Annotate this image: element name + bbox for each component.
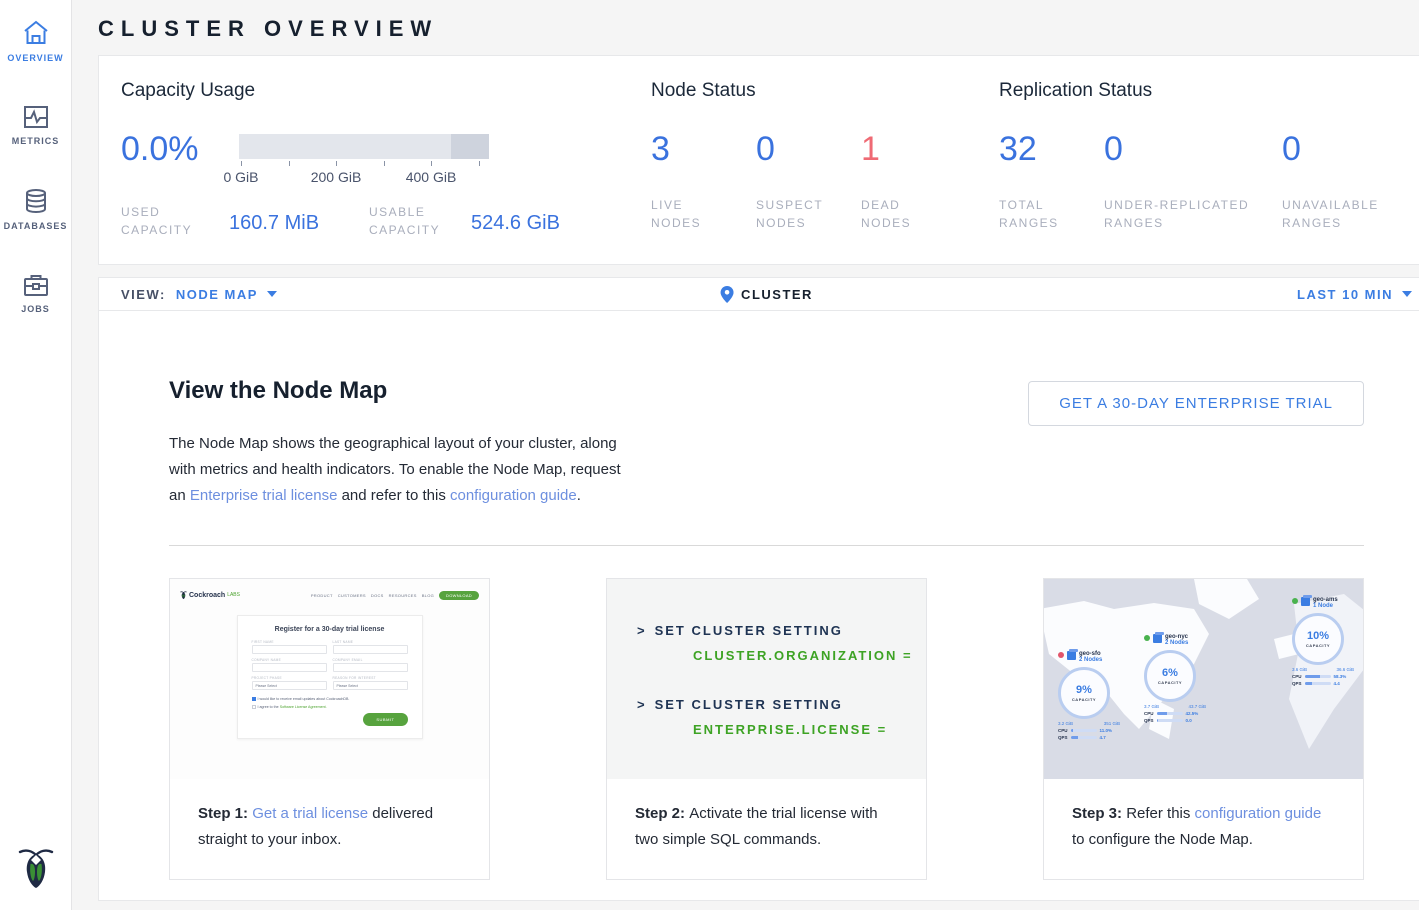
step2-card: >SET CLUSTER SETTING CLUSTER.ORGANIZATIO…	[606, 578, 927, 880]
node-map-help-panel: View the Node Map The Node Map shows the…	[98, 311, 1419, 901]
sidebar-item-metrics[interactable]: METRICS	[0, 99, 72, 152]
gauge-tick-label: 0 GiB	[223, 169, 258, 185]
metrics-icon	[23, 105, 49, 129]
capacity-percent: 0.0%	[121, 132, 199, 166]
replication-status-title: Replication Status	[999, 80, 1412, 102]
step1-caption: Step 1: Get a trial license delivered st…	[170, 779, 489, 879]
mini-registration-form: Register for a 30-day trial license FIRS…	[237, 615, 423, 739]
capacity-usage-section: Capacity Usage 0.0% 0 GiB 200 GiB 400 Gi…	[121, 80, 651, 234]
mini-nav: PRODUCT CUSTOMERS DOCS RESOURCES BLOG DO…	[311, 591, 479, 600]
enterprise-trial-button[interactable]: GET A 30-DAY ENTERPRISE TRIAL	[1028, 381, 1364, 426]
view-label: VIEW:	[121, 287, 166, 302]
node-status-title: Node Status	[651, 80, 999, 102]
steps-row: CockroachLABS PRODUCT CUSTOMERS DOCS RES…	[169, 578, 1364, 880]
capacity-gauge-ticks	[239, 159, 489, 167]
map-node-geo-nyc: geo-nyc 2 Nodes 6% CAPACITY 3.7 GiB43.7 …	[1144, 634, 1206, 723]
mini-download-button: DOWNLOAD	[439, 591, 479, 600]
node-cube-icon	[1301, 597, 1310, 606]
time-range-dropdown[interactable]: LAST 10 MIN	[1297, 287, 1412, 302]
sidebar-item-databases[interactable]: DATABASES	[0, 182, 72, 237]
cluster-summary-panel: Capacity Usage 0.0% 0 GiB 200 GiB 400 Gi…	[98, 55, 1419, 265]
node-status-dot	[1144, 635, 1150, 641]
gauge-tick-label: 200 GiB	[311, 169, 362, 185]
used-capacity-value: 160.7 MiB	[229, 212, 369, 235]
sidebar: OVERVIEW METRICS DATABASES	[0, 0, 72, 910]
sidebar-item-label: METRICS	[12, 136, 60, 146]
chevron-down-icon	[267, 291, 277, 297]
sidebar-item-label: DATABASES	[4, 221, 68, 231]
capacity-usage-title: Capacity Usage	[121, 80, 651, 102]
step2-caption: Step 2: Activate the trial license with …	[607, 779, 926, 879]
briefcase-icon	[23, 273, 49, 297]
capacity-gauge-bar	[239, 134, 489, 159]
used-capacity-label: USED CAPACITY	[121, 203, 229, 239]
step3-caption: Step 3: Refer this configuration guide t…	[1044, 779, 1363, 879]
section-divider	[169, 545, 1364, 546]
sidebar-item-label: OVERVIEW	[7, 53, 63, 63]
view-selector-dropdown[interactable]: NODE MAP	[176, 287, 277, 302]
page-title: CLUSTER OVERVIEW	[98, 0, 1419, 55]
step3-card: geo-sfo 2 Nodes 9% CAPACITY 3.2 GiB351 G…	[1043, 578, 1364, 880]
node-cube-icon	[1067, 651, 1076, 660]
configuration-guide-link[interactable]: configuration guide	[450, 487, 577, 504]
suspect-nodes-value: 0	[756, 132, 861, 166]
node-map-heading: View the Node Map	[169, 377, 639, 405]
map-node-geo-sfo: geo-sfo 2 Nodes 9% CAPACITY 3.2 GiB351 G…	[1058, 651, 1120, 740]
node-map-description: The Node Map shows the geographical layo…	[169, 431, 639, 509]
live-nodes-value: 3	[651, 132, 756, 166]
dead-nodes-label: DEAD NODES	[861, 196, 931, 232]
node-status-section: Node Status 3 LIVE NODES 0 SUSPECT NODES…	[651, 80, 999, 234]
mini-submit-button: SUBMIT	[363, 713, 407, 726]
view-bar: VIEW: NODE MAP CLUSTER LAST 10 MIN	[98, 277, 1419, 311]
home-icon	[22, 20, 50, 46]
total-ranges-value: 32	[999, 132, 1104, 166]
map-node-geo-ams: geo-ams 1 Node 10% CAPACITY 3.6 GiB36.6 …	[1292, 597, 1354, 686]
usable-capacity-value: 524.6 GiB	[471, 212, 560, 235]
breadcrumb-cluster: CLUSTER	[741, 287, 813, 302]
node-status-dot	[1058, 652, 1064, 658]
app: OVERVIEW METRICS DATABASES	[0, 0, 1419, 910]
total-ranges-label: TOTAL RANGES	[999, 196, 1069, 232]
capacity-gauge: 0 GiB 200 GiB 400 GiB	[239, 132, 489, 187]
dead-nodes-value: 1	[861, 132, 966, 166]
cockroach-labs-logo: CockroachLABS	[180, 590, 240, 600]
node-cube-icon	[1153, 634, 1162, 643]
location-pin-icon	[720, 286, 733, 303]
enterprise-trial-license-link[interactable]: Enterprise trial license	[190, 487, 338, 504]
replication-status-section: Replication Status 32 TOTAL RANGES 0 UND…	[999, 80, 1412, 234]
suspect-nodes-label: SUSPECT NODES	[756, 196, 826, 232]
get-trial-license-link[interactable]: Get a trial license	[252, 805, 368, 822]
gauge-tick-label: 400 GiB	[406, 169, 457, 185]
registration-page-thumbnail: CockroachLABS PRODUCT CUSTOMERS DOCS RES…	[170, 579, 489, 779]
unavailable-ranges-value: 0	[1282, 132, 1412, 166]
step1-card: CockroachLABS PRODUCT CUSTOMERS DOCS RES…	[169, 578, 490, 880]
node-map-thumbnail: geo-sfo 2 Nodes 9% CAPACITY 3.2 GiB351 G…	[1044, 579, 1363, 779]
live-nodes-label: LIVE NODES	[651, 196, 721, 232]
usable-capacity-label: USABLE CAPACITY	[369, 203, 471, 239]
configuration-guide-link-step3[interactable]: configuration guide	[1195, 805, 1322, 822]
unavailable-ranges-label: UNAVAILABLE RANGES	[1282, 196, 1392, 232]
under-replicated-ranges-label: UNDER-REPLICATED RANGES	[1104, 196, 1264, 232]
breadcrumb: CLUSTER	[720, 286, 813, 303]
sidebar-item-overview[interactable]: OVERVIEW	[0, 14, 72, 69]
chevron-down-icon	[1402, 291, 1412, 297]
sidebar-item-jobs[interactable]: JOBS	[0, 267, 72, 320]
sidebar-item-label: JOBS	[21, 304, 50, 314]
node-status-dot	[1292, 598, 1298, 604]
sql-commands-thumbnail: >SET CLUSTER SETTING CLUSTER.ORGANIZATIO…	[607, 579, 926, 779]
database-icon	[24, 188, 48, 214]
cockroachdb-logo	[18, 845, 54, 894]
under-replicated-ranges-value: 0	[1104, 132, 1282, 166]
main-content: CLUSTER OVERVIEW Capacity Usage 0.0% 0 G…	[72, 0, 1419, 910]
